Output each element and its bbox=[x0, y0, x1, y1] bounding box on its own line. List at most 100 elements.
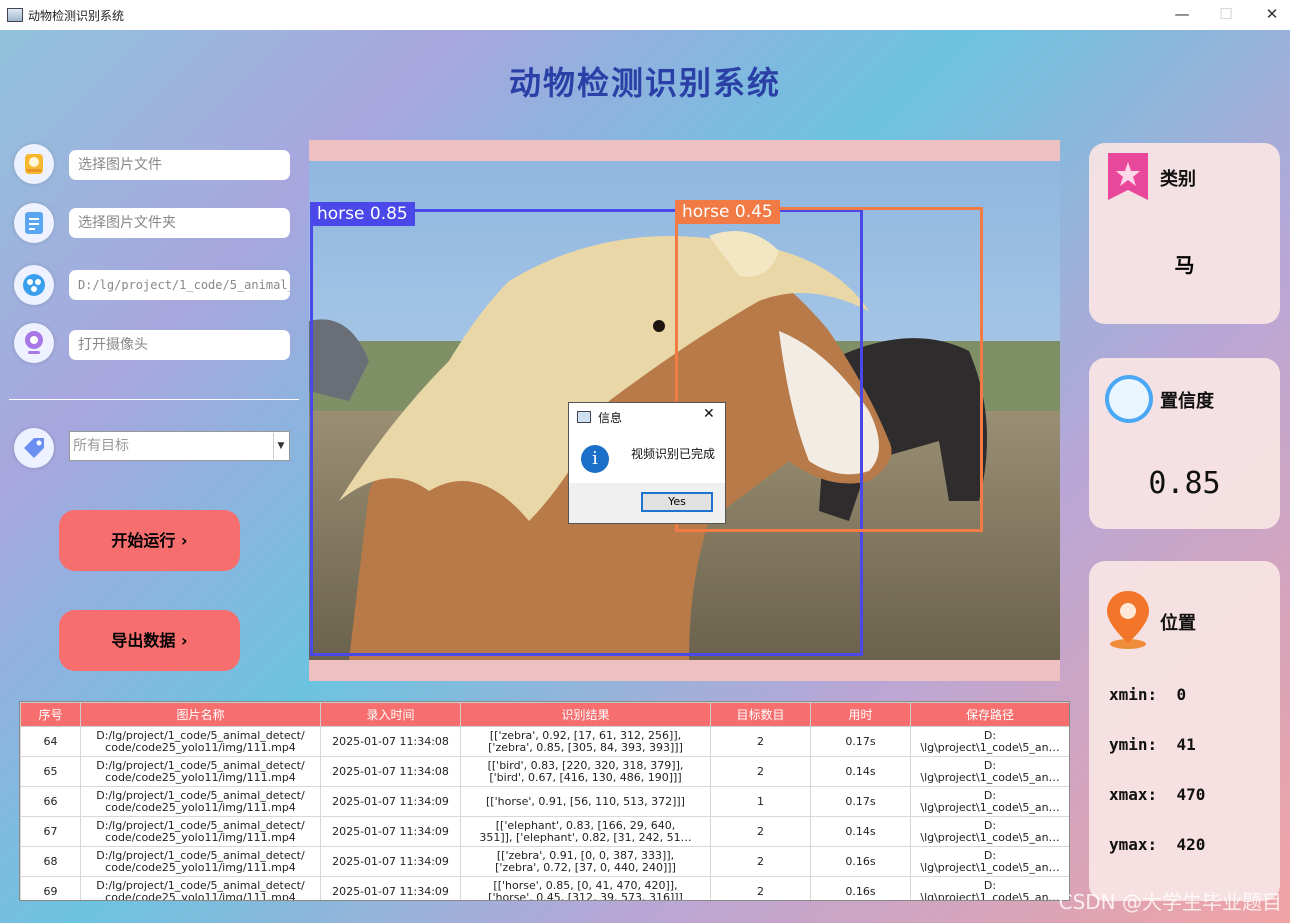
dialog-close-button[interactable]: ✕ bbox=[703, 406, 715, 422]
cell-image-name: D:/lg/project/1_code/5_animal_detect/ co… bbox=[80, 786, 321, 817]
ymax-label: ymax: bbox=[1109, 835, 1158, 854]
bookmark-star-icon bbox=[1108, 153, 1148, 200]
cell-image-name: D:/lg/project/1_code/5_animal_detect/ co… bbox=[80, 816, 321, 847]
confidence-value: 0.85 bbox=[1148, 466, 1221, 501]
cell-duration: 0.17s bbox=[810, 786, 911, 817]
cell-save-path: D: \lg\project\1_code\5_an… bbox=[910, 846, 1069, 877]
app-window-icon bbox=[7, 8, 23, 22]
table-row[interactable]: 66 D:/lg/project/1_code/5_animal_detect/… bbox=[20, 786, 1069, 817]
xmax-label: xmax: bbox=[1109, 785, 1158, 804]
category-value: 马 bbox=[1174, 253, 1195, 277]
left-divider bbox=[9, 399, 299, 400]
cell-result: [['zebra', 0.91, [0, 0, 387, 333]], ['ze… bbox=[460, 846, 711, 877]
results-table[interactable]: 序号 图片名称 录入时间 识别结果 目标数目 用时 保存路径 64 D:/lg/… bbox=[19, 701, 1070, 901]
target-tag-icon bbox=[14, 428, 54, 468]
ymax-value: 420 bbox=[1176, 835, 1206, 854]
cell-index: 69 bbox=[20, 876, 81, 900]
position-label: 位置 bbox=[1160, 613, 1196, 634]
cell-duration: 0.17s bbox=[810, 726, 911, 757]
info-dialog: 信息 ✕ i 视频识别已完成 Yes bbox=[568, 402, 726, 524]
table-row[interactable]: 68 D:/lg/project/1_code/5_animal_detect/… bbox=[20, 846, 1069, 877]
confidence-label: 置信度 bbox=[1160, 391, 1214, 412]
table-row[interactable]: 65 D:/lg/project/1_code/5_animal_detect/… bbox=[20, 756, 1069, 787]
camera-icon[interactable] bbox=[14, 323, 54, 363]
image-folder-input[interactable]: 选择图片文件夹 bbox=[69, 208, 290, 238]
close-window-button[interactable]: ✕ bbox=[1262, 4, 1282, 24]
cell-count: 1 bbox=[710, 786, 811, 817]
ymin-label: ymin: bbox=[1109, 735, 1158, 754]
export-button[interactable]: 导出数据 › bbox=[59, 610, 240, 671]
xmin-label: xmin: bbox=[1109, 685, 1158, 704]
cell-result: [['bird', 0.83, [220, 320, 318, 379]], [… bbox=[460, 756, 711, 787]
cell-image-name: D:/lg/project/1_code/5_animal_detect/ co… bbox=[80, 846, 321, 877]
table-row[interactable]: 67 D:/lg/project/1_code/5_animal_detect/… bbox=[20, 816, 1069, 847]
col-header-save-path[interactable]: 保存路径 bbox=[910, 702, 1069, 727]
video-path-input[interactable]: D:/lg/project/1_code/5_animal_detect/cod… bbox=[69, 270, 290, 300]
cell-time: 2025-01-07 11:34:09 bbox=[320, 816, 461, 847]
watermark-text: CSDN @大学生毕业题目 bbox=[1058, 890, 1282, 914]
dialog-message: 视频识别已完成 bbox=[631, 447, 716, 461]
xmax-value: 470 bbox=[1176, 785, 1206, 804]
image-folder-icon[interactable] bbox=[14, 203, 54, 243]
run-button[interactable]: 开始运行 › bbox=[59, 510, 240, 571]
maximize-button[interactable]: ☐ bbox=[1216, 4, 1236, 24]
cell-time: 2025-01-07 11:34:08 bbox=[320, 756, 461, 787]
cell-index: 68 bbox=[20, 846, 81, 877]
dialog-title: 信息 bbox=[598, 411, 623, 425]
video-file-icon[interactable] bbox=[14, 265, 54, 305]
cell-result: [['elephant', 0.83, [166, 29, 640, 351]]… bbox=[460, 816, 711, 847]
info-icon: i bbox=[581, 445, 609, 473]
cell-index: 67 bbox=[20, 816, 81, 847]
cell-count: 2 bbox=[710, 816, 811, 847]
camera-input[interactable]: 打开摄像头 bbox=[69, 330, 290, 360]
category-label: 类别 bbox=[1160, 169, 1196, 190]
cell-duration: 0.16s bbox=[810, 846, 911, 877]
cell-save-path: D: \lg\project\1_code\5_an… bbox=[910, 816, 1069, 847]
target-select[interactable]: 所有目标 ▼ bbox=[69, 431, 290, 461]
image-file-input[interactable]: 选择图片文件 bbox=[69, 150, 290, 180]
col-header-image-name[interactable]: 图片名称 bbox=[80, 702, 321, 727]
cell-index: 65 bbox=[20, 756, 81, 787]
cell-duration: 0.14s bbox=[810, 816, 911, 847]
window-titlebar: 动物检测识别系统 — ☐ ✕ bbox=[0, 0, 1290, 30]
chevron-down-icon[interactable]: ▼ bbox=[273, 433, 288, 459]
minimize-button[interactable]: — bbox=[1172, 4, 1192, 24]
col-header-result[interactable]: 识别结果 bbox=[460, 702, 711, 727]
ymin-row: ymin: 41 bbox=[1109, 735, 1196, 754]
confidence-ring-icon bbox=[1105, 375, 1153, 423]
cell-time: 2025-01-07 11:34:09 bbox=[320, 786, 461, 817]
dialog-yes-button[interactable]: Yes bbox=[641, 492, 713, 512]
target-select-value: 所有目标 bbox=[73, 438, 129, 454]
cell-image-name: D:/lg/project/1_code/5_animal_detect/ co… bbox=[80, 726, 321, 757]
table-header-row: 序号 图片名称 录入时间 识别结果 目标数目 用时 保存路径 bbox=[20, 702, 1069, 727]
cell-time: 2025-01-07 11:34:08 bbox=[320, 726, 461, 757]
ymin-value: 41 bbox=[1176, 735, 1196, 754]
xmin-value: 0 bbox=[1176, 685, 1187, 704]
col-header-count[interactable]: 目标数目 bbox=[710, 702, 811, 727]
cell-duration: 0.14s bbox=[810, 756, 911, 787]
detection-label-1: horse 0.85 bbox=[310, 202, 415, 226]
col-header-duration[interactable]: 用时 bbox=[810, 702, 911, 727]
ymax-row: ymax: 420 bbox=[1109, 835, 1205, 854]
window-title: 动物检测识别系统 bbox=[28, 9, 125, 23]
cell-image-name: D:/lg/project/1_code/5_animal_detect/ co… bbox=[80, 756, 321, 787]
category-card: 类别 马 bbox=[1089, 143, 1280, 324]
cell-time: 2025-01-07 11:34:09 bbox=[320, 876, 461, 900]
cell-count: 2 bbox=[710, 756, 811, 787]
location-pin-icon bbox=[1107, 591, 1149, 649]
cell-count: 2 bbox=[710, 726, 811, 757]
cell-duration: 0.16s bbox=[810, 876, 911, 900]
cell-index: 64 bbox=[20, 726, 81, 757]
cell-save-path: D: \lg\project\1_code\5_an… bbox=[910, 756, 1069, 787]
table-row[interactable]: 69 D:/lg/project/1_code/5_animal_detect/… bbox=[20, 876, 1069, 900]
col-header-index[interactable]: 序号 bbox=[20, 702, 81, 727]
app-title: 动物检测识别系统 bbox=[508, 64, 781, 102]
dialog-window-icon bbox=[577, 411, 591, 423]
col-header-time[interactable]: 录入时间 bbox=[320, 702, 461, 727]
table-row[interactable]: 64 D:/lg/project/1_code/5_animal_detect/… bbox=[20, 726, 1069, 757]
image-file-icon[interactable] bbox=[14, 144, 54, 184]
cell-save-path: D: \lg\project\1_code\5_an… bbox=[910, 876, 1069, 900]
cell-count: 2 bbox=[710, 876, 811, 900]
position-card: 位置 xmin: 0 ymin: 41 xmax: 470 ymax: 420 bbox=[1089, 561, 1280, 901]
confidence-card: 置信度 0.85 bbox=[1089, 358, 1280, 529]
